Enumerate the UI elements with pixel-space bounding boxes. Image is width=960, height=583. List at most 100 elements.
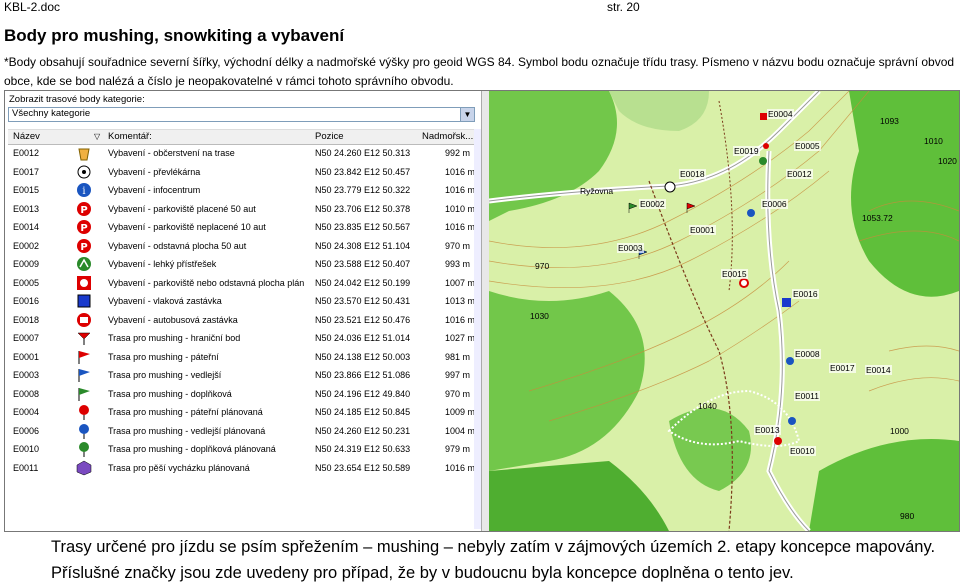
- waypoint-comment: Vybavení - převlékárna: [108, 166, 201, 177]
- waypoint-position: N50 23.654 E12 50.589: [315, 462, 411, 473]
- waypoint-comment: Vybavení - občerstvení na trase: [108, 148, 235, 158]
- waypoint-comment: Vybavení - lehký přístřešek: [108, 259, 217, 269]
- filter-label: Zobrazit trasové body kategorie:: [9, 94, 145, 105]
- table-row[interactable]: E0017 Vybavení - převlékárna N50 23.842 E1…: [8, 163, 475, 182]
- sort-icon[interactable]: ▽: [94, 132, 100, 141]
- map-waypoint-label[interactable]: E0005: [794, 141, 821, 151]
- waypoint-name: E0014: [13, 222, 40, 232]
- waypoint-name: E0009: [13, 259, 40, 269]
- waypoint-comment: Trasa pro mushing - vedlejší: [108, 370, 222, 380]
- waypoint-altitude: 997 m: [445, 370, 471, 380]
- waypoint-name: E0018: [13, 314, 40, 325]
- waypoint-name: E0003: [13, 370, 40, 380]
- table-row[interactable]: E0016 Vybavení - vlaková zastávka N50 23.5…: [8, 292, 475, 311]
- map-waypoint-label[interactable]: E0008: [794, 349, 821, 359]
- column-altitude[interactable]: Nadmořsk...: [422, 131, 473, 142]
- laundry-icon: [76, 164, 92, 180]
- no-parking-icon: [76, 275, 92, 291]
- column-position[interactable]: Pozice: [315, 131, 344, 142]
- waypoint-name: E0002: [13, 240, 40, 251]
- waypoint-name: E0010: [13, 444, 40, 454]
- map-waypoint-label[interactable]: E0006: [761, 199, 788, 209]
- waypoint-position: N50 24.308 E12 51.104: [315, 240, 411, 251]
- map-waypoint-label[interactable]: E0018: [679, 169, 706, 179]
- green-flag-icon: [76, 386, 92, 402]
- chevron-down-icon[interactable]: ▼: [460, 108, 474, 121]
- table-row[interactable]: E0004 Trasa pro mushing - páteřní plánova…: [8, 403, 475, 422]
- category-select-value: Všechny kategorie: [12, 108, 91, 119]
- waypoint-altitude: 970 m: [445, 388, 471, 399]
- table-row[interactable]: E0007 Trasa pro mushing - hraniční bod N50…: [8, 329, 475, 348]
- scrollbar[interactable]: [474, 129, 481, 529]
- shelter-icon: [76, 256, 92, 272]
- table-row[interactable]: E0013 P Vybavení - parkoviště placené 50 a…: [8, 200, 475, 219]
- waypoint-position: N50 23.706 E12 50.378: [315, 203, 411, 214]
- table-row[interactable]: E0006 Trasa pro mushing - vedlejší plánov…: [8, 422, 475, 441]
- waypoint-comment: Trasa pro mushing - doplňková plánovaná: [108, 444, 276, 454]
- map-waypoint-label[interactable]: E0019: [733, 146, 760, 156]
- table-row[interactable]: E0018 Vybavení - autobusová zastávka N50 2…: [8, 311, 476, 330]
- category-select[interactable]: Všechny kategorie ▼: [8, 107, 475, 122]
- waypoint-altitude: 993 m: [445, 259, 471, 269]
- table-row[interactable]: E0012 Vybavení - občerstvení na trase N50 …: [8, 144, 474, 163]
- table-row[interactable]: E0002 P Vybavení - odstavná plocha 50 aut N…: [8, 237, 474, 256]
- waypoint-position: N50 23.570 E12 50.431: [315, 296, 411, 306]
- waypoint-comment: Trasa pro mushing - doplňková: [108, 388, 232, 399]
- table-row[interactable]: E0009 Vybavení - lehký přístřešek N50 23.5…: [8, 255, 474, 274]
- column-comment[interactable]: Komentář:: [108, 131, 152, 142]
- table-row[interactable]: E0011 Trasa pro pěší vycházku plánovaná N5…: [8, 459, 475, 478]
- table-row[interactable]: E0014 P Vybavení - parkoviště neplacené 10…: [8, 218, 476, 237]
- parking-icon: P: [76, 201, 92, 217]
- table-row[interactable]: E0001 Trasa pro mushing - páteřní N50 24.1…: [8, 348, 474, 367]
- bucket-icon: [76, 145, 92, 161]
- map-waypoint-label[interactable]: E0003: [617, 243, 644, 253]
- waypoint-table: E0012 Vybavení - občerstvení na trase N50 …: [8, 144, 476, 478]
- map-label: 1010: [924, 136, 943, 146]
- table-row[interactable]: E0010 Trasa pro mushing - doplňková pláno…: [8, 440, 474, 459]
- waypoint-altitude: 1016 m: [445, 185, 476, 195]
- topo-map[interactable]: Ryžovna E0004 E0019 E0005 E0018 E0012 E0002 E00…: [489, 91, 959, 531]
- map-waypoint-label[interactable]: E0016: [792, 289, 819, 299]
- table-row[interactable]: E0015 i Vybavení - infocentrum N50 23.779 E…: [8, 181, 476, 200]
- map-waypoint-label[interactable]: E0011: [794, 391, 820, 401]
- svg-text:P: P: [80, 242, 87, 253]
- train-icon: [76, 293, 92, 309]
- embedded-screenshot: Zobrazit trasové body kategorie: Všechny…: [4, 90, 960, 532]
- waypoint-comment: Vybavení - parkoviště placené 50 aut: [108, 203, 256, 214]
- map-waypoint-label[interactable]: E0001: [689, 225, 716, 235]
- map-waypoint-label[interactable]: E0015: [721, 269, 748, 279]
- waypoint-altitude: 1016 m: [445, 314, 476, 325]
- map-waypoint-label[interactable]: E0013: [754, 425, 781, 435]
- map-label: 970: [535, 261, 550, 271]
- page-header: KBL-2.doc str. 20: [0, 0, 960, 14]
- table-row[interactable]: E0005 Vybavení - parkoviště nebo odstavná…: [8, 274, 475, 293]
- map-waypoint-label[interactable]: E0017: [829, 363, 856, 373]
- waypoint-altitude: 1016 m: [445, 222, 476, 232]
- waypoint-name: E0008: [13, 388, 40, 399]
- waypoint-comment: Vybavení - odstavná plocha 50 aut: [108, 240, 247, 251]
- waypoint-position: N50 24.260 E12 50.231: [315, 425, 411, 436]
- svg-text:i: i: [82, 186, 85, 197]
- intro-paragraph: *Body obsahují souřadnice severní šířky,…: [4, 55, 955, 88]
- svg-text:P: P: [80, 205, 87, 216]
- map-waypoint-label[interactable]: E0004: [767, 109, 794, 119]
- column-name[interactable]: Název: [13, 131, 40, 142]
- svg-text:P: P: [80, 223, 87, 234]
- map-waypoint-label[interactable]: E0002: [639, 199, 666, 209]
- waypoint-name: E0015: [13, 185, 40, 195]
- waypoint-name: E0005: [13, 277, 40, 288]
- waypoint-altitude: 992 m: [445, 148, 471, 158]
- map-waypoint-label[interactable]: E0010: [789, 446, 816, 456]
- table-row[interactable]: E0003 Trasa pro mushing - vedlejší N50 23.…: [8, 366, 474, 385]
- table-row[interactable]: E0008 Trasa pro mushing - doplňková N50 24…: [8, 385, 474, 404]
- map-waypoint-label[interactable]: E0014: [865, 365, 892, 375]
- map-waypoint-label[interactable]: E0012: [786, 169, 813, 179]
- waypoint-name: E0004: [13, 407, 40, 417]
- blue-pin-icon: [76, 423, 92, 439]
- section-title: Body pro mushing, snowkiting a vybavení: [4, 26, 345, 45]
- blue-flag-icon: [76, 367, 92, 383]
- caption-line-1: Trasy určené pro jízdu se psím spřežením…: [51, 538, 936, 556]
- table-header: Název ▽ Komentář: Pozice Nadmořsk...: [8, 129, 474, 145]
- waypoint-position: N50 24.319 E12 50.633: [315, 444, 411, 454]
- waypoint-position: N50 24.036 E12 51.014: [315, 333, 411, 343]
